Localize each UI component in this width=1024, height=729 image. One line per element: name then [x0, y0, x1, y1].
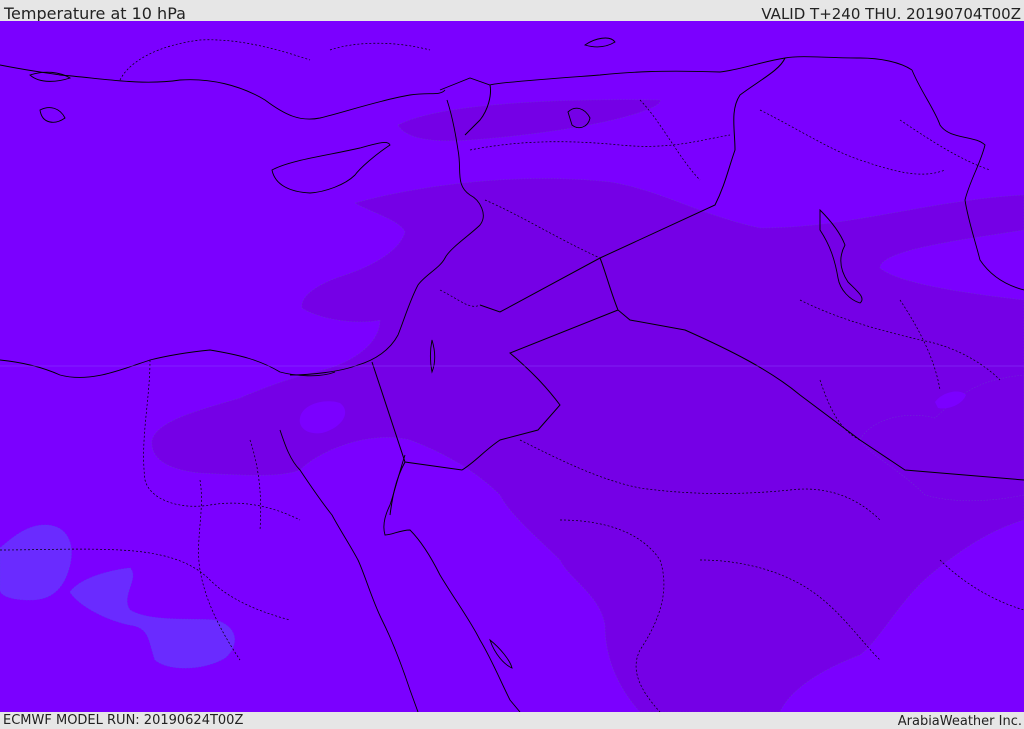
weather-map [0, 21, 1024, 712]
model-run-label: ECMWF MODEL RUN: 20190624T00Z [3, 713, 244, 728]
map-footer: ECMWF MODEL RUN: 20190624T00Z ArabiaWeat… [0, 712, 1024, 729]
credit-label: ArabiaWeather Inc. [897, 714, 1022, 729]
map-header: Temperature at 10 hPa VALID T+240 THU. 2… [0, 0, 1024, 23]
